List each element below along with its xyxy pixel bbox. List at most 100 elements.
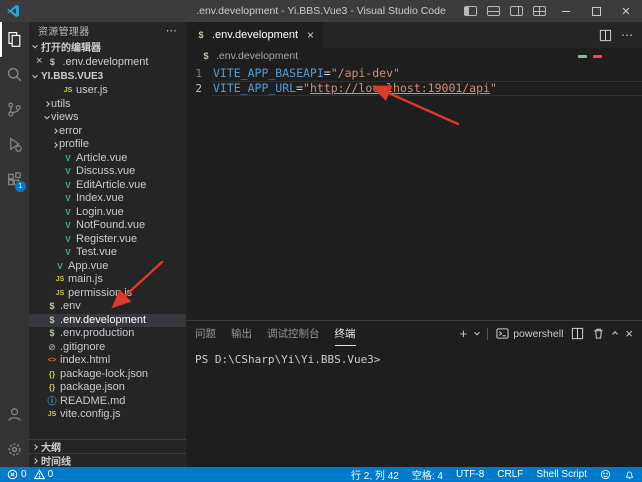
file-label: NotFound.vue xyxy=(76,219,145,233)
error-icon xyxy=(7,469,18,480)
minimize-button[interactable] xyxy=(556,2,576,20)
tree-item-Discuss.vue[interactable]: VDiscuss.vue xyxy=(29,165,186,179)
split-editor-icon[interactable] xyxy=(599,29,612,42)
env-file-icon: $ xyxy=(46,300,58,314)
more-actions-icon[interactable]: ⋯ xyxy=(166,24,177,37)
activity-explorer-icon[interactable] xyxy=(0,22,29,57)
split-terminal-icon[interactable] xyxy=(571,327,584,340)
activity-search-icon[interactable] xyxy=(0,57,29,92)
tree-item-Register.vue[interactable]: VRegister.vue xyxy=(29,233,186,247)
tree-item-README.md[interactable]: ⓘREADME.md xyxy=(29,395,186,409)
activity-source-control-icon[interactable] xyxy=(0,92,29,127)
file-label: views xyxy=(51,111,79,125)
env-file-icon: $ xyxy=(200,51,212,61)
tree-item-views[interactable]: views xyxy=(29,111,186,125)
feedback-smiley-icon[interactable] xyxy=(600,469,611,480)
tree-item-package-lock.json[interactable]: {}package-lock.json xyxy=(29,368,186,382)
outline-header[interactable]: 大纲 xyxy=(29,439,186,453)
toggle-secondary-sidebar-icon[interactable] xyxy=(510,6,523,16)
terminal-shell-selector[interactable]: powershell xyxy=(496,327,563,340)
tree-item-NotFound.vue[interactable]: VNotFound.vue xyxy=(29,219,186,233)
tree-item-vite.config.js[interactable]: JSvite.config.js xyxy=(29,408,186,422)
customize-layout-icon[interactable] xyxy=(533,6,546,16)
more-actions-icon[interactable]: ⋯ xyxy=(621,28,633,42)
language-mode[interactable]: Shell Script xyxy=(536,469,587,480)
chevron-right-icon xyxy=(32,444,38,450)
file-label: .env.production xyxy=(60,327,134,341)
code-line-1[interactable]: 1VITE_APP_BASEAPI="/api-dev" xyxy=(186,66,642,81)
close-window-button[interactable]: ✕ xyxy=(616,2,636,20)
tree-item-.env.development[interactable]: $.env.development xyxy=(29,314,186,328)
vue-file-icon: V xyxy=(62,152,74,166)
code-text: VITE_APP_URL="http://localhost:19001/api… xyxy=(213,81,497,96)
close-tab-icon[interactable]: × xyxy=(307,29,314,41)
file-label: .env.development xyxy=(60,314,146,328)
file-label: error xyxy=(59,125,82,139)
problems-status[interactable]: 0 0 xyxy=(7,469,53,480)
timeline-header[interactable]: 时间线 xyxy=(29,453,186,467)
open-editor-item[interactable]: × $ .env.development xyxy=(29,54,186,69)
vue-file-icon: V xyxy=(62,233,74,247)
env-file-icon: $ xyxy=(46,314,58,328)
editor-area: $ .env.development × ⋯ $ .env.developmen… xyxy=(186,22,642,467)
tab-label: .env.development xyxy=(212,29,298,41)
terminal-output[interactable]: PS D:\CSharp\Yi\Yi.BBS.Vue3> xyxy=(186,346,642,467)
new-terminal-icon[interactable]: + xyxy=(460,327,468,340)
tree-item-Test.vue[interactable]: VTest.vue xyxy=(29,246,186,260)
open-editors-header[interactable]: 打开的编辑器 xyxy=(29,39,186,54)
tree-item-package.json[interactable]: {}package.json xyxy=(29,381,186,395)
tree-item-.env[interactable]: $.env xyxy=(29,300,186,314)
eol[interactable]: CRLF xyxy=(497,469,523,480)
explorer-sidebar: 资源管理器 ⋯ 打开的编辑器 × $ .env.development YI.B… xyxy=(29,22,186,467)
tree-item-permission.js[interactable]: JSpermission.js xyxy=(29,287,186,301)
toggle-panel-icon[interactable] xyxy=(487,6,500,16)
account-icon[interactable] xyxy=(0,397,29,432)
code-editor[interactable]: 1VITE_APP_BASEAPI="/api-dev"2VITE_APP_UR… xyxy=(186,64,642,320)
panel-tab-调试控制台[interactable]: 调试控制台 xyxy=(267,321,320,346)
warning-icon xyxy=(34,469,45,480)
trash-icon[interactable] xyxy=(592,327,605,340)
env-file-icon: $ xyxy=(46,327,58,341)
activity-run-debug-icon[interactable] xyxy=(0,127,29,162)
encoding[interactable]: UTF-8 xyxy=(456,469,484,480)
tree-item-Article.vue[interactable]: VArticle.vue xyxy=(29,152,186,166)
vue-file-icon: V xyxy=(62,219,74,233)
panel-tab-问题[interactable]: 问题 xyxy=(195,321,216,346)
panel-tab-输出[interactable]: 输出 xyxy=(231,321,252,346)
tree-item-Login.vue[interactable]: VLogin.vue xyxy=(29,206,186,220)
cursor-position[interactable]: 行 2, 列 42 xyxy=(351,467,399,482)
project-header[interactable]: YI.BBS.VUE3 xyxy=(29,69,186,84)
tree-item-main.js[interactable]: JSmain.js xyxy=(29,273,186,287)
panel-tab-终端[interactable]: 终端 xyxy=(335,321,356,346)
vue-file-icon: V xyxy=(62,246,74,260)
activity-extensions-icon[interactable]: 1 xyxy=(0,162,29,197)
sidebar-spacer xyxy=(29,422,186,440)
file-label: utils xyxy=(51,98,71,112)
breadcrumb[interactable]: $ .env.development xyxy=(186,48,642,64)
tree-item-App.vue[interactable]: VApp.vue xyxy=(29,260,186,274)
tree-item-index.html[interactable]: <>index.html xyxy=(29,354,186,368)
settings-gear-icon[interactable] xyxy=(0,432,29,467)
chevron-down-icon[interactable] xyxy=(474,329,480,335)
close-icon[interactable]: × xyxy=(36,56,42,67)
tab-env-development[interactable]: $ .env.development × xyxy=(186,22,323,48)
file-label: package.json xyxy=(60,381,125,395)
tree-item-utils[interactable]: utils xyxy=(29,98,186,112)
tree-item-error[interactable]: error xyxy=(29,125,186,139)
notifications-bell-icon[interactable] xyxy=(624,469,635,480)
tree-item-profile[interactable]: profile xyxy=(29,138,186,152)
close-panel-icon[interactable]: × xyxy=(625,327,633,340)
indentation[interactable]: 空格: 4 xyxy=(412,467,443,482)
maximize-button[interactable] xyxy=(586,2,606,20)
tree-item-Index.vue[interactable]: VIndex.vue xyxy=(29,192,186,206)
tree-item-user.js[interactable]: JSuser.js xyxy=(29,84,186,98)
maximize-panel-icon[interactable] xyxy=(613,331,619,337)
tree-item-.gitignore[interactable]: ⊘.gitignore xyxy=(29,341,186,355)
toggle-sidebar-icon[interactable] xyxy=(464,6,477,16)
file-label: Article.vue xyxy=(76,152,127,166)
tree-item-.env.production[interactable]: $.env.production xyxy=(29,327,186,341)
js-file-icon: JS xyxy=(54,287,66,301)
tree-item-EditArticle.vue[interactable]: VEditArticle.vue xyxy=(29,179,186,193)
code-line-2[interactable]: 2VITE_APP_URL="http://localhost:19001/ap… xyxy=(186,81,642,96)
file-tree: JSuser.jsutilsviewserrorprofileVArticle.… xyxy=(29,84,186,422)
